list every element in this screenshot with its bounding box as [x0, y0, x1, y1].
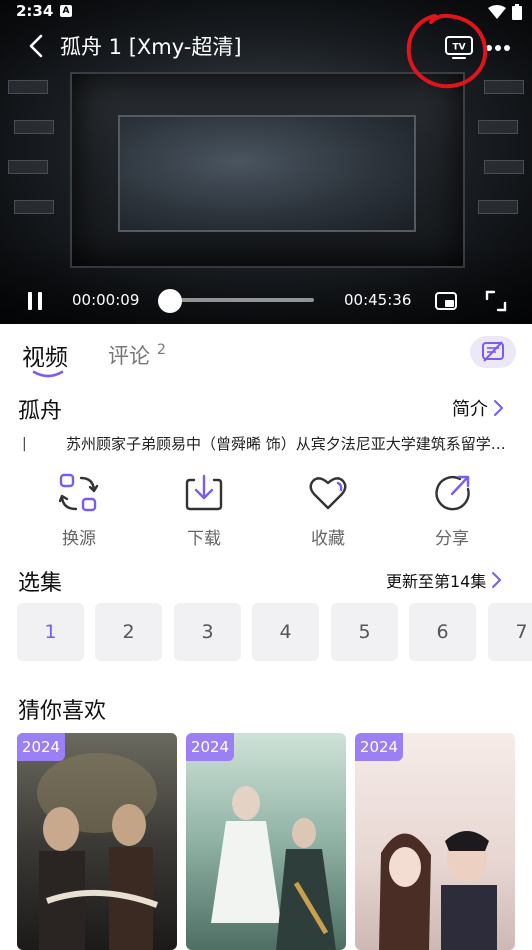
episode-button[interactable]: 3	[174, 603, 241, 661]
status-icons	[488, 4, 522, 20]
episode-button[interactable]: 1	[17, 603, 84, 661]
status-bar: 2:34 A	[0, 0, 532, 24]
favorite-button[interactable]: 收藏	[278, 470, 378, 552]
recommendation-card[interactable]: 2024	[17, 733, 177, 950]
episode-button[interactable]: 4	[252, 603, 319, 661]
recommendation-card[interactable]: 2024	[355, 733, 515, 950]
poster-image	[355, 733, 515, 950]
episode-button[interactable]: 2	[95, 603, 162, 661]
episodes-update-label: 更新至第14集	[386, 572, 487, 591]
chevron-right-icon	[494, 400, 503, 416]
player-controls: 00:00:09 00:45:36	[0, 284, 532, 318]
description-row[interactable]: | 苏州顾家子弟顾易中（曾舜晞 饰）从宾夕法尼亚大学建筑系留学归来，却卷入一场风…	[18, 433, 518, 457]
back-arrow-icon[interactable]	[22, 31, 52, 61]
tab-active-indicator	[32, 370, 64, 378]
episodes-title: 选集	[18, 571, 63, 596]
poster-image	[17, 733, 177, 950]
total-time: 00:45:36	[344, 291, 412, 309]
heart-icon	[309, 477, 347, 510]
player-top-bar: 孤舟 1 [Xmy-超清] TV	[0, 26, 532, 66]
recommendation-card[interactable]: 2024	[186, 733, 346, 950]
download-button[interactable]: 下载	[154, 470, 254, 552]
recommendations-title: 猜你喜欢	[18, 699, 107, 724]
share-label: 分享	[435, 529, 469, 549]
episode-button[interactable]: 7	[488, 603, 532, 661]
tab-comments[interactable]: 评论	[108, 340, 150, 370]
danmaku-toggle-button[interactable]	[470, 336, 516, 368]
action-row: 换源 下载 收藏 分享	[0, 470, 532, 552]
switch-source-button[interactable]: 换源	[29, 470, 129, 552]
year-badge: 2024	[186, 733, 234, 761]
pause-icon[interactable]	[24, 289, 46, 313]
description-text: 苏州顾家子弟顾易中（曾舜晞 饰）从宾夕法尼亚大学建筑系留学归来，却卷入一场风波	[66, 435, 518, 453]
video-player[interactable]: 2:34 A 孤舟 1 [Xmy-超清] TV 00:00:09 00:45:3…	[0, 0, 532, 324]
episode-list: 1 2 3 4 5 6 7	[17, 603, 532, 661]
intro-link[interactable]: 简介	[452, 395, 504, 421]
seek-bar[interactable]	[166, 298, 314, 302]
episodes-update-link[interactable]: 更新至第14集	[386, 568, 502, 592]
share-button[interactable]: 分享	[402, 470, 502, 552]
danmaku-off-icon	[482, 341, 504, 362]
comments-count: 2	[157, 342, 166, 358]
tv-cast-icon[interactable]: TV	[444, 35, 474, 61]
battery-icon	[512, 4, 522, 20]
notification-icon: A	[60, 5, 72, 17]
share-icon	[435, 475, 470, 511]
seek-handle[interactable]	[158, 289, 182, 313]
more-options-icon[interactable]	[484, 36, 512, 60]
fullscreen-icon[interactable]	[484, 289, 508, 313]
poster-image	[186, 733, 346, 950]
current-time: 00:00:09	[72, 291, 140, 309]
episode-button[interactable]: 5	[331, 603, 398, 661]
switch-source-label: 换源	[62, 529, 96, 549]
video-title: 孤舟 1 [Xmy-超清]	[60, 35, 242, 59]
show-title: 孤舟	[18, 399, 63, 424]
picture-in-picture-icon[interactable]	[434, 290, 458, 312]
episode-button[interactable]: 6	[409, 603, 476, 661]
chevron-right-icon	[492, 572, 502, 588]
tab-video[interactable]: 视频	[22, 338, 68, 372]
description-marker: |	[22, 436, 27, 452]
recommendation-list: 2024 2024 2024	[17, 733, 532, 950]
tv-label: TV	[452, 43, 465, 53]
year-badge: 2024	[355, 733, 403, 761]
year-badge: 2024	[17, 733, 65, 761]
favorite-label: 收藏	[311, 529, 345, 549]
wifi-icon	[488, 5, 506, 19]
tab-bar: 视频 评论 2	[0, 324, 532, 380]
download-icon	[185, 474, 223, 511]
download-label: 下载	[187, 529, 221, 549]
switch-source-icon	[59, 473, 99, 512]
intro-label: 简介	[452, 399, 488, 420]
status-time: 2:34	[16, 2, 54, 20]
